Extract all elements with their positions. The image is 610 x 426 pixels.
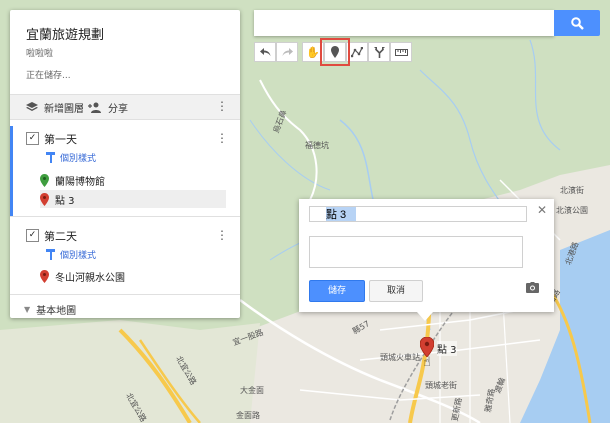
map-label: 頭城火車站: [380, 353, 420, 362]
directions-button[interactable]: [368, 42, 390, 62]
search-button[interactable]: [554, 10, 600, 36]
individual-style-link[interactable]: 個別樣式: [46, 248, 96, 261]
panel-actions-bar: 新增圖層 分享 ⋮: [10, 94, 240, 120]
red-marker-icon: [40, 192, 49, 206]
redo-button[interactable]: [276, 42, 298, 62]
redo-icon: [282, 47, 293, 56]
map-title[interactable]: 宜蘭旅遊規劃: [26, 24, 104, 43]
individual-style-link[interactable]: 個別樣式: [46, 151, 96, 164]
chevron-down-icon: ▼: [24, 305, 31, 314]
save-button[interactable]: 儲存: [309, 280, 365, 302]
feature-item-selected[interactable]: 點 3: [40, 190, 226, 208]
map-label: 金面路: [236, 411, 260, 420]
polyline-icon: [351, 46, 363, 57]
map-label: 北濱街: [560, 186, 584, 195]
undo-button[interactable]: [254, 42, 276, 62]
search-icon: [570, 16, 584, 30]
layer-menu-icon[interactable]: ⋮: [216, 228, 228, 242]
hand-cursor-icon: ☝: [423, 355, 431, 370]
add-marker-button[interactable]: [320, 38, 350, 66]
layer-day1[interactable]: ✓ 第一天 ⋮ 個別樣式 蘭陽博物館 點 3: [10, 126, 240, 216]
map-marker-label: 點 3: [437, 341, 457, 356]
search-box: [254, 10, 554, 36]
search-input[interactable]: [254, 10, 550, 34]
map-legend-panel: 宜蘭旅遊規劃 啦啦啦 正在儲存... 新增圖層 分享 ⋮ ✓ 第一天 ⋮ 個別樣…: [10, 10, 240, 318]
popup-pointer: [417, 312, 433, 321]
ruler-icon: [394, 48, 408, 56]
feature-description-input[interactable]: [309, 236, 523, 268]
layer-checkbox[interactable]: ✓: [26, 229, 39, 242]
pan-hand-button[interactable]: ✋: [302, 42, 324, 62]
map-label: 福德坑: [305, 141, 329, 150]
map-label: 北濱公園: [556, 206, 588, 215]
paint-roller-icon: [46, 249, 55, 260]
measure-button[interactable]: [390, 42, 412, 62]
divider: [10, 294, 240, 295]
save-status: 正在儲存...: [26, 71, 71, 81]
layer-name[interactable]: 第二天: [44, 228, 77, 244]
feature-item[interactable]: 冬山河親水公園: [40, 267, 226, 285]
close-icon[interactable]: ✕: [537, 203, 547, 217]
add-layer-button[interactable]: 新增圖層: [26, 100, 84, 115]
share-button[interactable]: 分享: [88, 100, 128, 115]
layers-icon: [26, 102, 38, 111]
feature-edit-popup: ▼ ✕ 儲存 取消: [299, 199, 554, 321]
layer-menu-icon[interactable]: ⋮: [216, 131, 228, 145]
divider: [10, 216, 240, 217]
route-split-icon: [373, 46, 385, 58]
map-toolbar: ✋: [254, 38, 412, 66]
marker-icon: [331, 46, 339, 58]
add-person-icon: [88, 102, 101, 113]
hand-icon: ✋: [306, 45, 320, 59]
base-map-toggle[interactable]: ▼ 基本地圖: [24, 302, 76, 317]
feature-item[interactable]: 蘭陽博物館: [40, 171, 226, 189]
paint-roller-icon: [46, 152, 55, 163]
map-label: 大金面: [240, 386, 264, 395]
layer-day2[interactable]: ✓ 第二天 ⋮ 個別樣式 冬山河親水公園: [10, 223, 240, 293]
undo-icon: [259, 47, 270, 56]
layer-name[interactable]: 第一天: [44, 131, 77, 147]
draw-line-button[interactable]: [346, 42, 368, 62]
cancel-button[interactable]: 取消: [369, 280, 423, 302]
green-marker-icon: [40, 173, 49, 187]
camera-icon[interactable]: [526, 282, 539, 296]
map-label: 頭城老街: [425, 381, 457, 390]
map-description[interactable]: 啦啦啦: [26, 46, 53, 59]
red-marker-icon: [40, 269, 49, 283]
feature-title-input[interactable]: [309, 206, 527, 222]
panel-menu-icon[interactable]: ⋮: [216, 99, 228, 113]
layer-checkbox[interactable]: ✓: [26, 132, 39, 145]
